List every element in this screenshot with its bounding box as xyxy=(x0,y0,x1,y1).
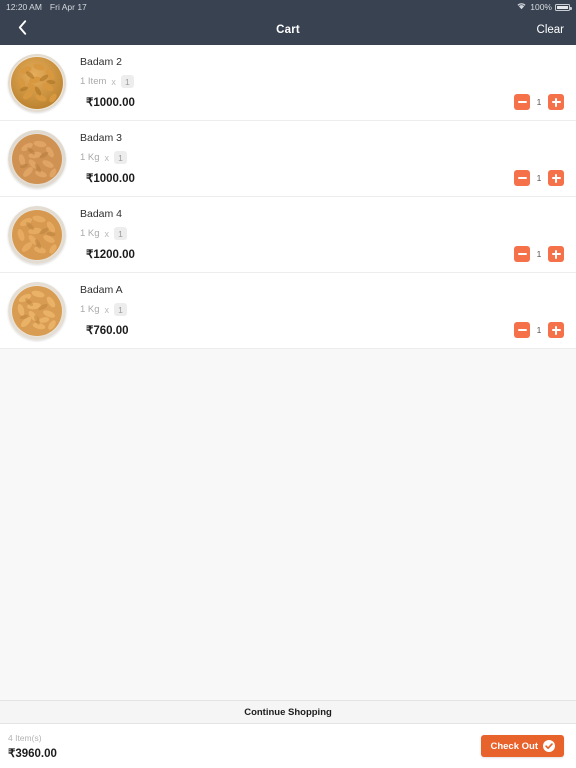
item-info: Badam A 1 Kg x 1 ₹760.00 xyxy=(66,284,564,337)
decrease-quantity-button[interactable] xyxy=(514,246,530,262)
total-amount: ₹3960.00 xyxy=(8,747,57,760)
table-row[interactable]: Badam A 1 Kg x 1 ₹760.00 1 xyxy=(0,273,576,349)
item-info: Badam 2 1 Item x 1 ₹1000.00 xyxy=(66,56,564,109)
minus-icon xyxy=(517,101,527,103)
item-meta: 1 Kg x 1 xyxy=(80,303,564,317)
quantity-stepper[interactable]: 1 xyxy=(514,94,564,110)
plus-icon-vertical xyxy=(555,249,557,259)
cart-summary: 4 Item(s) ₹3960.00 xyxy=(8,733,57,760)
item-price: ₹1000.00 xyxy=(86,97,135,110)
plus-icon-vertical xyxy=(555,97,557,107)
stepper-value: 1 xyxy=(536,325,542,335)
minus-icon xyxy=(517,253,527,255)
wifi-icon xyxy=(516,2,527,12)
table-row[interactable]: Badam 2 1 Item x 1 ₹1000.00 1 xyxy=(0,45,576,121)
decrease-quantity-button[interactable] xyxy=(514,322,530,338)
cart-scroll-area[interactable]: Badam 2 1 Item x 1 ₹1000.00 1 Badam 3 1 … xyxy=(0,45,576,700)
multiply-symbol: x xyxy=(111,76,116,87)
item-name: Badam 4 xyxy=(80,207,123,220)
multiply-symbol: x xyxy=(104,152,110,163)
item-price: ₹760.00 xyxy=(86,325,129,338)
check-out-button[interactable]: Check Out xyxy=(481,735,564,757)
status-bar: 12:20 AM Fri Apr 17 100% xyxy=(0,0,576,14)
chevron-left-icon xyxy=(18,19,27,40)
status-time: 12:20 AM xyxy=(6,2,42,12)
quantity-stepper[interactable]: 1 xyxy=(514,322,564,338)
page-title: Cart xyxy=(276,23,300,36)
item-count-label: 4 Item(s) xyxy=(8,732,42,743)
item-meta: 1 Item x 1 xyxy=(80,75,564,89)
item-unit: 1 Kg xyxy=(80,152,100,164)
quantity-badge: 1 xyxy=(120,75,134,89)
bowl-of-almonds-image xyxy=(8,53,66,112)
table-row[interactable]: Badam 4 1 Kg x 1 ₹1200.00 1 xyxy=(0,197,576,273)
back-button[interactable] xyxy=(0,14,44,45)
item-meta: 1 Kg x 1 xyxy=(80,227,564,241)
continue-shopping-button[interactable]: Continue Shopping xyxy=(0,700,576,724)
item-unit: 1 Item xyxy=(80,76,107,88)
multiply-symbol: x xyxy=(104,304,110,315)
multiply-symbol: x xyxy=(104,228,110,239)
status-date: Fri Apr 17 xyxy=(49,2,87,12)
table-row[interactable]: Badam 3 1 Kg x 1 ₹1000.00 1 xyxy=(0,121,576,197)
stepper-value: 1 xyxy=(536,173,542,183)
item-name: Badam 2 xyxy=(80,55,123,68)
bowl-of-almonds-image xyxy=(8,129,66,188)
quantity-stepper[interactable]: 1 xyxy=(514,170,564,186)
cart-total-bar: 4 Item(s) ₹3960.00 Check Out xyxy=(0,724,576,768)
quantity-stepper[interactable]: 1 xyxy=(514,246,564,262)
battery-full-icon xyxy=(555,3,572,11)
nav-bar: Cart Clear xyxy=(0,14,576,45)
quantity-badge: 1 xyxy=(114,151,128,165)
status-bar-left: 12:20 AM Fri Apr 17 xyxy=(6,2,87,12)
item-info: Badam 3 1 Kg x 1 ₹1000.00 xyxy=(66,132,564,185)
item-name: Badam 3 xyxy=(80,131,123,144)
minus-icon xyxy=(517,329,527,331)
bowl-of-almonds-image xyxy=(8,281,66,340)
stepper-value: 1 xyxy=(536,97,542,107)
increase-quantity-button[interactable] xyxy=(548,246,564,262)
plus-icon-vertical xyxy=(555,325,557,335)
item-name: Badam A xyxy=(80,283,123,296)
status-bar-right: 100% xyxy=(516,2,572,12)
decrease-quantity-button[interactable] xyxy=(514,170,530,186)
quantity-badge: 1 xyxy=(114,303,128,317)
plus-icon-vertical xyxy=(555,173,557,183)
item-price: ₹1000.00 xyxy=(86,173,135,186)
quantity-badge: 1 xyxy=(114,227,128,241)
increase-quantity-button[interactable] xyxy=(548,322,564,338)
decrease-quantity-button[interactable] xyxy=(514,94,530,110)
item-price: ₹1200.00 xyxy=(86,249,135,262)
stepper-value: 1 xyxy=(536,249,542,259)
battery-percent: 100% xyxy=(530,2,552,12)
increase-quantity-button[interactable] xyxy=(548,170,564,186)
item-info: Badam 4 1 Kg x 1 ₹1200.00 xyxy=(66,208,564,261)
check-out-label: Check Out xyxy=(490,740,538,752)
cart-screen: 12:20 AM Fri Apr 17 100% Cart Clear Bada… xyxy=(0,0,576,768)
increase-quantity-button[interactable] xyxy=(548,94,564,110)
check-circle-icon xyxy=(543,740,555,752)
minus-icon xyxy=(517,177,527,179)
bowl-of-almonds-image xyxy=(8,205,66,264)
cart-item-list: Badam 2 1 Item x 1 ₹1000.00 1 Badam 3 1 … xyxy=(0,45,576,349)
item-unit: 1 Kg xyxy=(80,304,100,316)
item-meta: 1 Kg x 1 xyxy=(80,151,564,165)
item-unit: 1 Kg xyxy=(80,228,100,240)
clear-cart-button[interactable]: Clear xyxy=(537,24,564,36)
